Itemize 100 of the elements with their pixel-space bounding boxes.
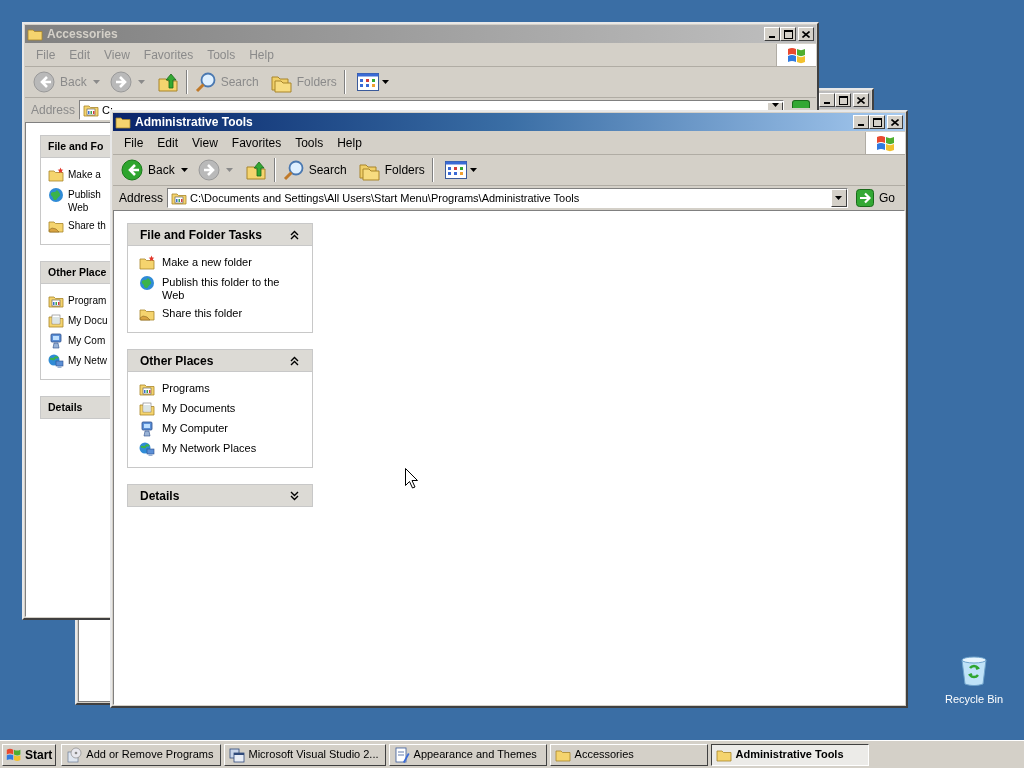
caret-icon xyxy=(835,196,843,200)
program-folder-icon xyxy=(48,293,64,309)
up-folder-icon xyxy=(156,71,179,93)
task-link[interactable]: My Documents xyxy=(139,401,301,417)
panel-header[interactable]: File and Folder Tasks xyxy=(127,223,313,246)
panel-header[interactable]: Details xyxy=(127,484,313,507)
up-folder-icon xyxy=(244,159,267,181)
menu-item[interactable]: File xyxy=(117,132,151,153)
task-link[interactable]: Publish this folder to the Web xyxy=(139,275,301,302)
globe-icon xyxy=(139,275,155,291)
close-button[interactable] xyxy=(853,93,869,107)
task-link[interactable]: Publish Web xyxy=(48,187,104,214)
caret-icon xyxy=(381,80,389,84)
close-icon xyxy=(857,96,865,104)
back-button[interactable]: Back xyxy=(119,157,190,183)
menu-item[interactable]: Tools xyxy=(288,132,331,153)
folders-button[interactable]: Folders xyxy=(356,157,427,183)
task-link[interactable]: Share this folder xyxy=(139,306,301,322)
maximize-icon xyxy=(872,117,882,127)
maximize-icon xyxy=(838,95,848,105)
caret-icon xyxy=(92,80,100,84)
maximize-button[interactable] xyxy=(780,27,796,41)
caret-icon xyxy=(771,103,779,107)
task-link[interactable]: Programs xyxy=(139,381,301,397)
taskbar-button[interactable]: Accessories xyxy=(549,743,708,766)
task-link[interactable]: Make a new folder xyxy=(139,255,301,271)
panel-header[interactable]: File and Fo xyxy=(40,135,111,158)
computer-icon xyxy=(48,333,64,349)
computer-icon xyxy=(139,421,155,437)
window-stack-icon xyxy=(228,746,245,763)
desktop-icon-label[interactable]: Recycle Bin xyxy=(944,691,1004,708)
task-link[interactable]: My Computer xyxy=(139,421,301,437)
minimize-button[interactable] xyxy=(853,115,869,129)
panel-title: Details xyxy=(140,487,180,505)
caret-icon xyxy=(180,168,188,172)
minimize-button[interactable] xyxy=(764,27,780,41)
caret-icon xyxy=(225,168,233,172)
go-button[interactable]: Go xyxy=(852,188,899,208)
caret-icon xyxy=(469,168,477,172)
shared-folder-icon xyxy=(139,306,155,322)
taskbar-button[interactable]: Administrative Tools xyxy=(710,743,869,766)
panel-header[interactable]: Other Place xyxy=(40,261,111,284)
taskbar-button[interactable]: Appearance and Themes xyxy=(388,743,547,766)
start-button[interactable]: Start xyxy=(2,743,57,766)
menu-item[interactable]: Favorites xyxy=(224,132,289,153)
address-label: Address xyxy=(119,190,164,207)
folder-icon xyxy=(27,26,43,42)
close-button[interactable] xyxy=(887,115,903,129)
task-link[interactable]: Make a xyxy=(48,167,104,183)
minimize-button[interactable] xyxy=(819,93,835,107)
network-icon xyxy=(139,441,155,457)
network-icon xyxy=(48,353,64,369)
panel-header[interactable]: Other Places xyxy=(127,349,313,372)
close-icon xyxy=(891,118,899,126)
taskbar-button[interactable]: Add or Remove Programs xyxy=(61,743,221,766)
expand-button[interactable] xyxy=(288,489,300,502)
collapse-button[interactable] xyxy=(288,354,300,367)
address-label: Address xyxy=(31,102,76,119)
panel-title: File and Folder Tasks xyxy=(140,226,262,244)
magnifier-icon xyxy=(282,159,305,181)
window-title: Accessories xyxy=(47,26,119,43)
panel-title: Other Places xyxy=(140,352,214,370)
search-button[interactable]: Search xyxy=(280,157,349,183)
menu-item[interactable]: Edit xyxy=(150,132,186,153)
task-link[interactable]: My Network Places xyxy=(139,441,301,457)
dropdown-button[interactable] xyxy=(767,102,783,110)
chevron-icon xyxy=(289,229,299,240)
collapse-button[interactable] xyxy=(288,228,300,241)
menu-item[interactable]: View xyxy=(185,132,225,153)
menu-item[interactable]: Help xyxy=(330,132,369,153)
panel-header[interactable]: Details xyxy=(40,396,111,419)
program-folder-icon xyxy=(139,381,155,397)
task-link[interactable]: Share th xyxy=(48,218,104,234)
views-grid-icon xyxy=(356,73,379,91)
maximize-icon xyxy=(783,29,793,39)
chevron-icon xyxy=(289,355,299,366)
mouse-pointer-icon xyxy=(405,468,418,489)
disc-box-icon xyxy=(66,746,83,763)
caret-icon xyxy=(137,80,145,84)
close-button[interactable] xyxy=(798,27,814,41)
windows-logo-icon xyxy=(786,45,807,64)
panel-title: File and Fo xyxy=(48,138,104,154)
close-icon xyxy=(802,30,810,38)
themes-icon xyxy=(393,746,410,763)
views-grid-icon xyxy=(444,161,467,179)
globe-icon xyxy=(48,187,64,203)
task-link[interactable]: My Com xyxy=(48,333,104,349)
task-link[interactable]: Program xyxy=(48,293,104,309)
magnifier-icon xyxy=(194,71,217,93)
document-folder-icon xyxy=(48,313,64,329)
panel-title: Details xyxy=(48,399,83,415)
maximize-button[interactable] xyxy=(869,115,885,129)
program-folder-icon xyxy=(171,190,188,206)
dropdown-button[interactable] xyxy=(831,189,847,207)
document-folder-icon xyxy=(139,401,155,417)
maximize-button[interactable] xyxy=(835,93,851,107)
windows-logo-icon xyxy=(875,133,896,152)
address-field[interactable]: C:\Documents and Settings\All Users\Start Menu\Programs\Administrative Tools xyxy=(167,188,848,208)
window-title: Administrative Tools xyxy=(135,114,254,131)
taskbar-button[interactable]: Microsoft Visual Studio 2... xyxy=(223,743,386,766)
